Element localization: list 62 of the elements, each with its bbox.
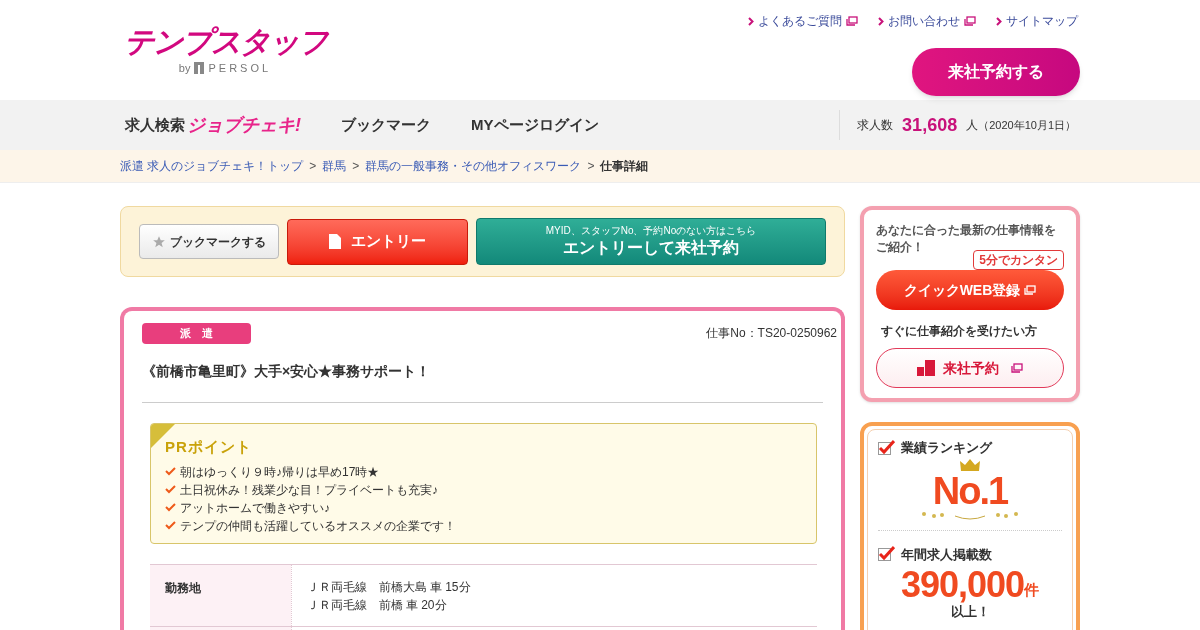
breadcrumb-link[interactable]: 群馬の一般事務・その他オフィスワーク xyxy=(365,157,582,175)
count-note: 以上！ xyxy=(949,604,991,619)
check-icon xyxy=(165,503,176,512)
ranking-heading: 年間求人掲載数 xyxy=(901,545,992,564)
pr-point: アットホームで働きやすい♪ xyxy=(180,499,330,517)
pr-point: 朝はゆっくり９時♪帰りは早め17時★ xyxy=(180,463,380,481)
header-link[interactable]: サイトマップ xyxy=(996,12,1078,30)
nav-brand-logo[interactable]: ジョブチェキ! xyxy=(187,111,301,139)
new-window-icon xyxy=(1024,285,1037,295)
job-count-unit: 人 xyxy=(966,117,979,134)
ranking-heading: 業績ランキング xyxy=(901,439,992,457)
rank-value: No.1 xyxy=(932,471,1008,510)
visit-reservation-button[interactable]: 来社予約 xyxy=(876,348,1064,388)
building-icon xyxy=(917,360,935,376)
new-window-icon xyxy=(964,16,976,26)
header-link[interactable]: お問い合わせ xyxy=(878,12,976,30)
job-count-label: 求人数 xyxy=(857,117,894,134)
stars-ornament-icon xyxy=(920,509,1020,520)
job-count-value: 31,608 xyxy=(902,113,958,137)
breadcrumb-link[interactable]: 派遣 求人のジョブチェキ！トップ xyxy=(120,157,304,175)
breadcrumb-separator: > xyxy=(587,158,595,175)
count-value: 390,000 xyxy=(900,566,1025,604)
chevron-icon xyxy=(996,16,1002,26)
check-icon xyxy=(165,521,176,530)
nav-item[interactable]: ブックマーク xyxy=(341,113,431,137)
detail-value: ＪＲ両毛線 前橋大島 車 15分 ＪＲ両毛線 前橋 車 20分 xyxy=(291,564,817,626)
job-type-badge: 派 遣 xyxy=(142,323,251,344)
job-title: 《前橋市亀里町》大手×安心★事務サポート！ xyxy=(142,361,823,403)
entry-and-reserve-button[interactable]: MYID、スタッフNo、予約Noのない方はこちら エントリーして来社予約 xyxy=(476,218,826,265)
job-number: 仕事No：TS20-0250962 xyxy=(706,325,837,342)
promo-subtext: すぐに仕事紹介を受けたい方 xyxy=(880,323,1038,340)
breadcrumb-separator: > xyxy=(352,158,360,175)
chevron-icon xyxy=(878,16,884,26)
logo-brand: PERSOL xyxy=(208,61,272,76)
breadcrumb-current: 仕事詳細 xyxy=(600,158,649,175)
visit-reservation-button[interactable]: 来社予約する xyxy=(912,48,1080,96)
breadcrumb-separator: > xyxy=(309,158,317,175)
new-window-icon xyxy=(846,16,858,26)
crown-icon xyxy=(959,457,981,472)
pr-point: テンプの仲間も活躍しているオススメの企業です！ xyxy=(180,517,456,535)
pr-heading: PRポイント xyxy=(165,437,253,457)
new-window-icon xyxy=(1011,363,1023,373)
job-count-date: （2020年10月1日） xyxy=(978,117,1076,133)
check-icon xyxy=(165,485,176,494)
check-icon xyxy=(165,467,176,476)
chevron-icon xyxy=(748,16,754,26)
brand-mark-icon xyxy=(194,62,205,75)
nav-search-label[interactable]: 求人検索 xyxy=(125,113,185,137)
header-link[interactable]: よくあるご質問 xyxy=(748,12,858,30)
star-icon xyxy=(152,234,166,249)
breadcrumb-link[interactable]: 群馬 xyxy=(322,157,347,175)
logo-by: by xyxy=(178,61,191,76)
count-unit: 件 xyxy=(1024,580,1040,598)
bookmark-button[interactable]: ブックマークする xyxy=(139,224,279,259)
easy-badge: 5分でカンタン xyxy=(973,250,1064,270)
pr-point: 土日祝休み！残業少な目！プライベートも充実♪ xyxy=(180,481,438,499)
logo-text[interactable]: テンプスタッフ xyxy=(123,27,327,57)
nav-item[interactable]: MYページログイン xyxy=(471,113,599,137)
document-icon xyxy=(329,234,341,249)
detail-label: 勤務地 xyxy=(150,564,291,626)
entry-button[interactable]: エントリー xyxy=(287,218,468,265)
quick-web-register-button[interactable]: クイックWEB登録 xyxy=(876,270,1064,310)
